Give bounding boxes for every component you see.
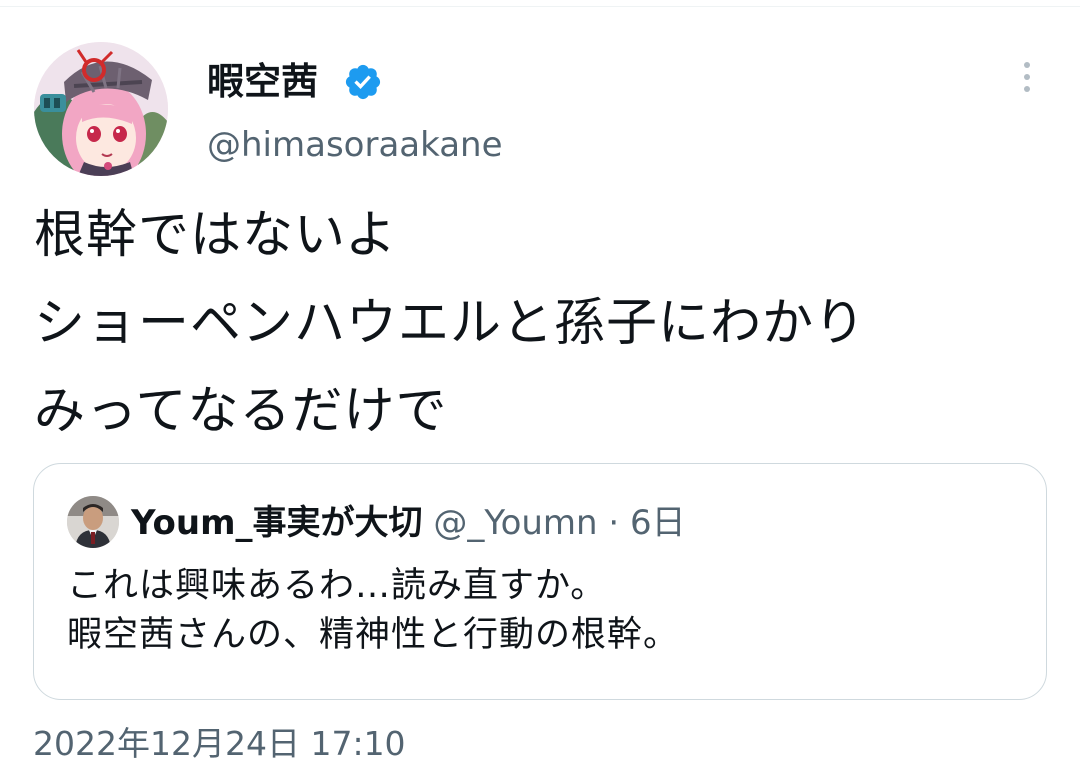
quoted-tweet-text: これは興味あるわ…読み直すか。 暇空茜さんの、精神性と行動の根幹。 xyxy=(67,562,679,660)
top-divider xyxy=(0,6,1080,7)
quoted-author-handle: @_Youmn xyxy=(433,503,598,543)
quoted-tweet-header: Youm_事実が大切 @_Youmn · 6日 xyxy=(131,500,686,546)
author-handle[interactable]: @himasoraakane xyxy=(207,122,503,168)
author-display-name[interactable]: 暇空茜 xyxy=(207,58,318,106)
tweet-timestamp[interactable]: 2022年12月24日 17:10 xyxy=(33,722,406,766)
quoted-tweet-card[interactable]: Youm_事実が大切 @_Youmn · 6日 これは興味あるわ…読み直すか。 … xyxy=(33,463,1047,700)
tweet-text-line: 根幹ではないよ xyxy=(34,206,397,265)
tweet-text-line: みってなるだけで xyxy=(34,382,448,441)
quoted-author-avatar-image xyxy=(67,496,119,548)
quoted-tweet-text-line: これは興味あるわ…読み直すか。 xyxy=(67,566,607,606)
verified-badge-icon xyxy=(345,64,381,100)
tweet-text: 根幹ではないよ ショーペンハウエルと孫子にわかり みってなるだけで xyxy=(34,192,1054,456)
author-avatar[interactable] xyxy=(34,42,168,176)
author-avatar-image xyxy=(34,42,168,176)
tweet-text-line: ショーペンハウエルと孫子にわかり xyxy=(34,294,867,353)
quoted-tweet-text-line: 暇空茜さんの、精神性と行動の根幹。 xyxy=(67,615,680,655)
more-options-icon[interactable] xyxy=(1010,62,1044,106)
quoted-author-name: Youm_事実が大切 xyxy=(131,503,423,543)
quoted-header-separator: · xyxy=(608,503,620,543)
quoted-author-avatar xyxy=(67,496,119,548)
quoted-tweet-time: 6日 xyxy=(630,503,686,543)
